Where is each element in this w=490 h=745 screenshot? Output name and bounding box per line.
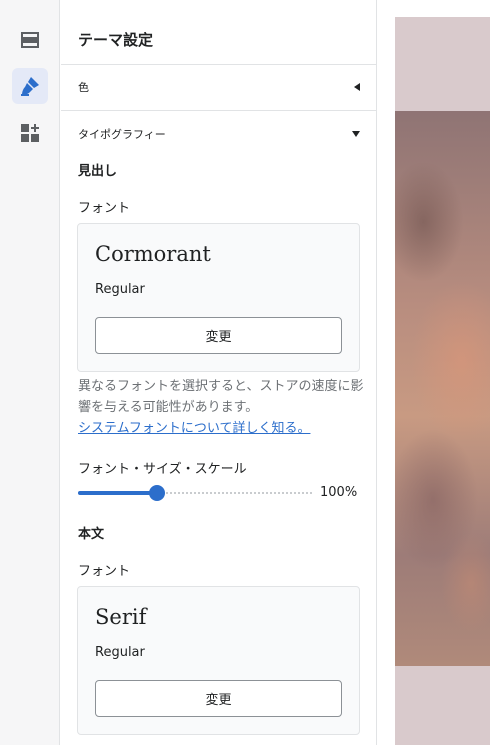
body-font-label: フォント xyxy=(78,564,131,579)
apps-button[interactable] xyxy=(12,115,48,151)
font-scale-fill xyxy=(78,491,158,495)
font-scale-label: フォント・サイズ・スケール xyxy=(78,462,247,477)
body-change-font-button[interactable]: 変更 xyxy=(95,680,342,717)
headings-font-name: Cormorant xyxy=(95,242,211,266)
headings-font-style: Regular xyxy=(95,282,145,297)
divider xyxy=(61,64,376,65)
sections-icon xyxy=(21,32,39,48)
body-font-style: Regular xyxy=(95,645,145,660)
sections-button[interactable] xyxy=(12,22,48,58)
apps-icon xyxy=(21,124,39,142)
help-text: 異なるフォントを選択すると、ストアの速度に影響を与える可能性があります。 xyxy=(78,379,364,415)
headings-font-card: Cormorant Regular 変更 xyxy=(77,223,360,372)
theme-settings-panel: テーマ設定 色 タイポグラフィー 見出し フォント Cormorant Regu… xyxy=(61,0,377,745)
typography-section-label: タイポグラフィー xyxy=(78,128,166,141)
body-font-name: Serif xyxy=(95,605,147,629)
collapse-arrow-icon xyxy=(354,83,360,91)
font-speed-help-text: 異なるフォントを選択すると、ストアの速度に影響を与える可能性があります。 システ… xyxy=(78,376,368,439)
body-title: 本文 xyxy=(78,527,105,542)
system-fonts-link[interactable]: システムフォントについて詳しく知る。 xyxy=(78,421,310,436)
font-scale-thumb[interactable] xyxy=(149,485,165,501)
icon-rail xyxy=(0,0,60,745)
panel-title: テーマ設定 xyxy=(78,31,154,49)
theme-settings-icon xyxy=(21,77,39,96)
preview-hero-image xyxy=(395,111,490,666)
body-font-card: Serif Regular 変更 xyxy=(77,586,360,735)
headings-font-label: フォント xyxy=(78,201,131,216)
headings-change-font-button[interactable]: 変更 xyxy=(95,317,342,354)
headings-title: 見出し xyxy=(78,164,118,179)
typography-section-toggle[interactable]: タイポグラフィー xyxy=(78,124,360,144)
color-section-toggle[interactable]: 色 xyxy=(78,77,360,97)
divider xyxy=(61,110,376,111)
font-scale-value: 100% xyxy=(320,485,358,500)
theme-settings-button[interactable] xyxy=(12,68,48,104)
expand-arrow-icon xyxy=(352,131,360,137)
store-preview xyxy=(378,0,490,745)
color-section-label: 色 xyxy=(78,81,89,94)
